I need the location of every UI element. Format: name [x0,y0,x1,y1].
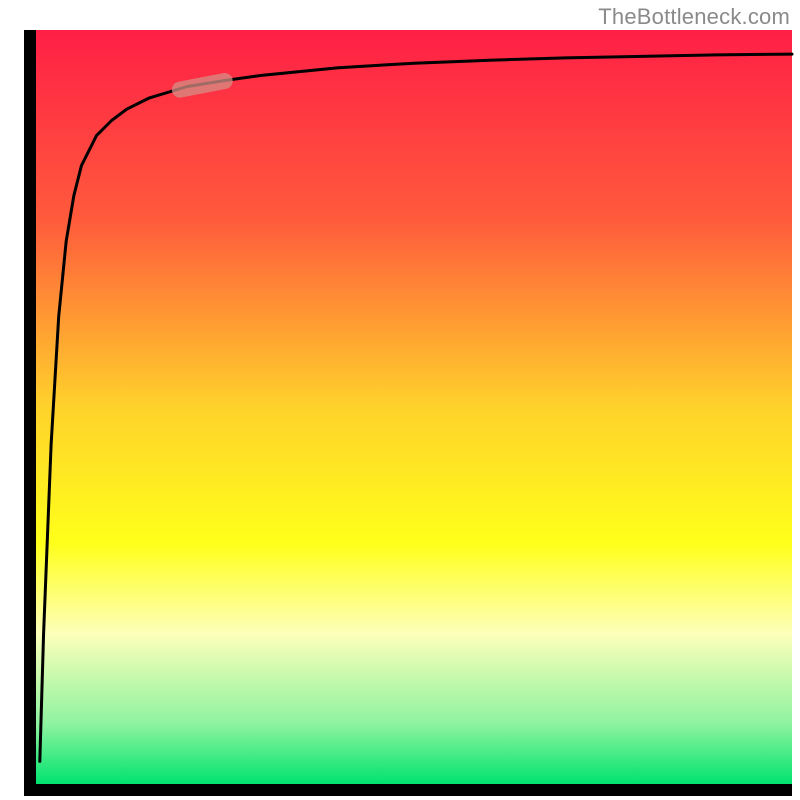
x-axis [24,784,792,796]
y-axis [24,30,36,790]
chart-svg [0,0,800,800]
plot-gradient-background [36,30,792,784]
attribution-label: TheBottleneck.com [598,4,790,30]
chart-canvas: TheBottleneck.com [0,0,800,800]
